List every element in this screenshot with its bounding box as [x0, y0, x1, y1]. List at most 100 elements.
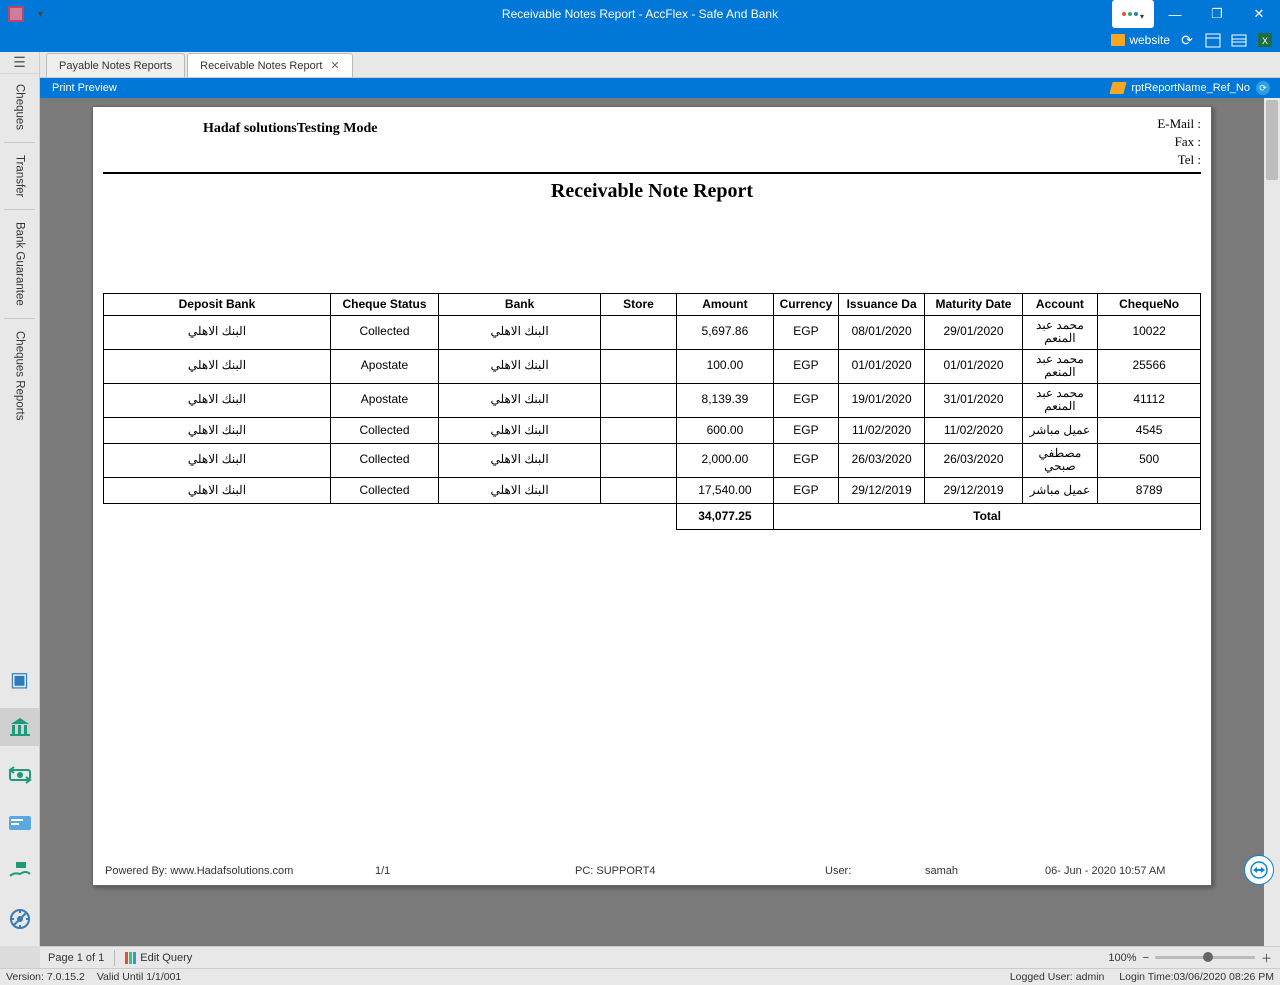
- cell: Apostate: [330, 383, 438, 417]
- hamburger-icon[interactable]: ☰: [0, 52, 39, 74]
- cell: 500: [1098, 443, 1201, 477]
- col-6: Issuance Da: [838, 293, 924, 315]
- cell: Collected: [330, 417, 438, 443]
- edit-query-icon[interactable]: [125, 952, 136, 964]
- cell: محمد عبد المنعم: [1022, 315, 1098, 349]
- cheque-icon[interactable]: [0, 804, 39, 842]
- separator: [114, 950, 115, 966]
- transfer-icon[interactable]: [0, 756, 39, 794]
- cell: 26/03/2020: [838, 443, 924, 477]
- cell: 17,540.00: [676, 477, 773, 503]
- user-label: User:: [825, 865, 925, 877]
- tab-receivable-notes[interactable]: Receivable Notes Report ✕: [187, 53, 353, 77]
- cell: EGP: [774, 315, 839, 349]
- website-button[interactable]: website: [1111, 33, 1170, 47]
- bank-icon[interactable]: [0, 708, 39, 746]
- zoom-slider[interactable]: [1155, 956, 1255, 959]
- page-num: 1/1: [375, 865, 575, 877]
- teamviewer-icon[interactable]: [1244, 855, 1274, 885]
- valid-until: Valid Until 1/1/001: [97, 971, 181, 983]
- cell: البنك الاهلي: [439, 349, 601, 383]
- cell: EGP: [774, 443, 839, 477]
- powered-by: Powered By: www.Hadafsolutions.com: [105, 865, 375, 877]
- cell: البنك الاهلي: [104, 315, 331, 349]
- safe-icon[interactable]: ▣: [0, 660, 39, 698]
- cell: 10022: [1098, 315, 1201, 349]
- zoom-out-button[interactable]: −: [1143, 952, 1149, 964]
- edit-query-button[interactable]: Edit Query: [140, 952, 192, 964]
- zoom-in-button[interactable]: ＋: [1261, 950, 1272, 966]
- total-amount: 34,077.25: [676, 503, 773, 529]
- cell: 01/01/2020: [838, 349, 924, 383]
- page-indicator: Page 1 of 1: [48, 952, 104, 964]
- cell: عميل مباشر: [1022, 417, 1098, 443]
- report-viewport: Hadaf solutionsTesting Mode E-Mail : Fax…: [40, 98, 1280, 946]
- user-name: samah: [925, 865, 1045, 877]
- table-row: البنك الاهليApostateالبنك الاهلي100.00EG…: [104, 349, 1201, 383]
- money-hand-icon[interactable]: [0, 852, 39, 890]
- sidebar-tab-transfer[interactable]: Transfer: [14, 145, 26, 207]
- left-sidebar: ☰ Cheques Transfer Bank Guarantee Cheque…: [0, 52, 40, 946]
- cell: 41112: [1098, 383, 1201, 417]
- website-label: website: [1129, 33, 1170, 47]
- logged-user: Logged User: admin: [1010, 971, 1105, 983]
- customize-button[interactable]: ▾: [1112, 0, 1154, 28]
- sync-icon[interactable]: ⟳: [1256, 81, 1270, 95]
- cell: [601, 477, 677, 503]
- cell: 31/01/2020: [925, 383, 1022, 417]
- tab-close-icon[interactable]: ✕: [330, 59, 339, 72]
- cell: [601, 315, 677, 349]
- separator: [4, 142, 35, 143]
- tab-payable-notes[interactable]: Payable Notes Reports: [46, 53, 185, 77]
- cell: [601, 417, 677, 443]
- maximize-button[interactable]: ❐: [1196, 0, 1238, 28]
- cell: 29/12/2019: [925, 477, 1022, 503]
- scroll-thumb[interactable]: [1266, 100, 1278, 180]
- sidebar-tab-cheques-reports[interactable]: Cheques Reports: [14, 321, 26, 431]
- fax-label: Fax :: [1157, 133, 1201, 151]
- settings-icon[interactable]: [0, 900, 39, 938]
- pager-bar: Page 1 of 1 Edit Query 100% − ＋: [40, 946, 1280, 968]
- website-icon: [1111, 34, 1125, 46]
- table-row: البنك الاهليApostateالبنك الاهلي8,139.39…: [104, 383, 1201, 417]
- top-toolbar: website ⟳ X: [0, 28, 1280, 52]
- cell: [601, 383, 677, 417]
- refresh-icon[interactable]: ⟳: [1178, 31, 1196, 49]
- report-page: Hadaf solutionsTesting Mode E-Mail : Fax…: [92, 106, 1212, 886]
- vertical-scrollbar[interactable]: [1264, 98, 1280, 946]
- grid-icon[interactable]: [1230, 31, 1248, 49]
- cell: 5,697.86: [676, 315, 773, 349]
- qat-dropdown-icon[interactable]: ▾: [38, 9, 43, 20]
- col-1: Cheque Status: [330, 293, 438, 315]
- sidebar-tab-cheques[interactable]: Cheques: [14, 74, 26, 140]
- cell: EGP: [774, 349, 839, 383]
- excel-icon[interactable]: X: [1256, 31, 1274, 49]
- separator: [4, 209, 35, 210]
- cell: مصطفي صبحي: [1022, 443, 1098, 477]
- report-title: Receivable Note Report: [103, 180, 1201, 203]
- report-footer: Powered By: www.Hadafsolutions.com 1/1 P…: [105, 865, 1199, 877]
- cell: عميل مباشر: [1022, 477, 1098, 503]
- sidebar-tab-bank-guarantee[interactable]: Bank Guarantee: [14, 212, 26, 316]
- col-7: Maturity Date: [925, 293, 1022, 315]
- col-8: Account: [1022, 293, 1098, 315]
- zoom-value: 100%: [1108, 952, 1136, 964]
- zoom-knob[interactable]: [1203, 952, 1213, 962]
- cell: البنك الاهلي: [439, 315, 601, 349]
- tel-label: Tel :: [1157, 151, 1201, 169]
- close-button[interactable]: ✕: [1238, 0, 1280, 28]
- calendar-icon[interactable]: [1204, 31, 1222, 49]
- app-icon: [5, 3, 27, 25]
- minimize-button[interactable]: —: [1154, 0, 1196, 28]
- report-date: 06- Jun - 2020 10:57 AM: [1045, 865, 1165, 877]
- col-2: Bank: [439, 293, 601, 315]
- pc-name: PC: SUPPORT4: [575, 865, 825, 877]
- cell: 600.00: [676, 417, 773, 443]
- cell: 100.00: [676, 349, 773, 383]
- cell: 4545: [1098, 417, 1201, 443]
- cell: 29/12/2019: [838, 477, 924, 503]
- window-title: Receivable Notes Report - AccFlex - Safe…: [502, 7, 778, 21]
- cell: 11/02/2020: [925, 417, 1022, 443]
- cell: 8,139.39: [676, 383, 773, 417]
- document-tabs: Payable Notes Reports Receivable Notes R…: [0, 52, 1280, 78]
